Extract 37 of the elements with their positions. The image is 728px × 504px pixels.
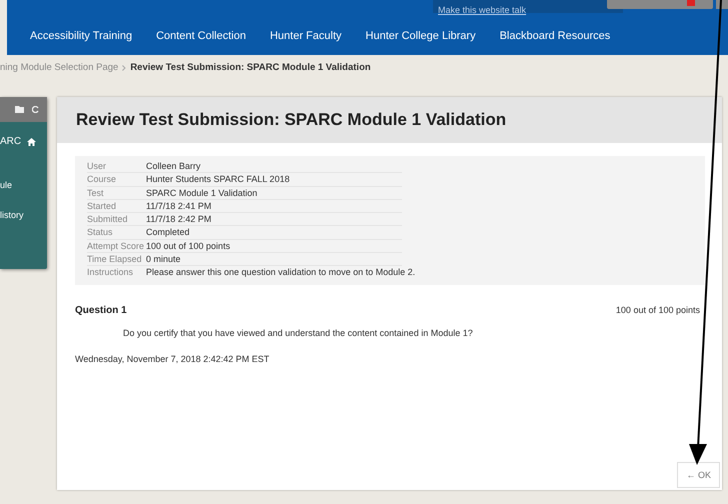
timestamp: Wednesday, November 7, 2018 2:42:42 PM EST xyxy=(75,354,270,364)
chevron-icon xyxy=(122,64,126,70)
detail-value: 11/7/18 2:41 PM xyxy=(146,200,212,212)
detail-label: Started xyxy=(87,200,118,212)
detail-value: Please answer this one question validation to move on to Module 2. xyxy=(146,267,416,278)
page-title: Review Test Submission: SPARC Module 1 Validation xyxy=(57,97,722,143)
detail-label: Instructions xyxy=(87,267,134,278)
sidebar-item[interactable]: listory xyxy=(0,210,47,220)
detail-value: Completed xyxy=(146,227,190,238)
detail-value: 100 out of 100 points xyxy=(146,240,230,252)
detail-value: 11/7/18 2:42 PM xyxy=(146,214,212,224)
question-title: Question 1 xyxy=(75,304,127,316)
refresh-icon[interactable] xyxy=(32,106,39,113)
detail-label: Test xyxy=(87,188,105,198)
detail-value: Hunter Students SPARC FALL 2018 xyxy=(146,174,290,185)
nav-tab[interactable]: Blackboard Resources xyxy=(500,30,610,42)
nav-tab[interactable]: Content Collection xyxy=(156,30,246,42)
nav-tab[interactable]: Hunter Faculty xyxy=(270,30,342,42)
detail-value: 0 minute xyxy=(146,254,181,264)
course-title[interactable]: ARC xyxy=(0,136,22,147)
detail-label: Time Elapsed xyxy=(87,254,143,264)
detail-value: SPARC Module 1 Validation xyxy=(146,188,258,198)
detail-label: User xyxy=(87,161,108,172)
sidebar-item[interactable]: ule xyxy=(0,180,47,190)
folder-icon[interactable] xyxy=(15,106,24,113)
ok-button[interactable]: ← OK xyxy=(677,462,720,488)
detail-label: Submitted xyxy=(87,214,129,224)
nav-tab[interactable]: Hunter College Library xyxy=(366,30,476,42)
detail-value: Colleen Barry xyxy=(146,161,201,172)
nav-tab[interactable]: Accessibility Training xyxy=(30,30,132,42)
detail-label: Course xyxy=(87,174,118,185)
breadcrumb-current: Review Test Submission: SPARC Module 1 Validation xyxy=(130,62,371,73)
detail-label: Status xyxy=(87,227,114,238)
question-score: 100 out of 100 points xyxy=(616,304,700,315)
detail-label: Attempt Score xyxy=(87,240,146,252)
question-text: Do you certify that you have viewed and understand the content contained in Module 1? xyxy=(123,328,474,338)
home-icon[interactable] xyxy=(27,138,36,146)
